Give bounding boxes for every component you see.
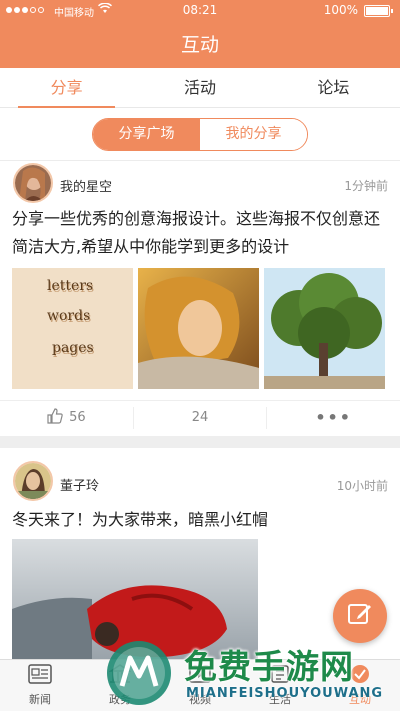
comment-count: 24 — [191, 410, 209, 425]
image-word-letters: letters — [47, 278, 94, 294]
tab-forum[interactable]: 论坛 — [267, 68, 400, 107]
segment-my-share[interactable]: 我的分享 — [200, 119, 307, 150]
bottom-tab-video[interactable]: 视频 — [160, 660, 240, 711]
battery-percent: 100% — [323, 3, 358, 17]
thumbs-up-icon — [47, 407, 63, 428]
share-segment-control: 分享广场 我的分享 — [92, 118, 308, 151]
avatar[interactable] — [13, 461, 53, 501]
tab-activity[interactable]: 活动 — [133, 68, 266, 107]
top-tabs: 分享 活动 论坛 — [0, 68, 400, 108]
government-icon — [108, 664, 132, 687]
image-word-pages: pages — [52, 340, 94, 356]
tab-share[interactable]: 分享 — [0, 68, 133, 108]
post-image-tree[interactable] — [264, 268, 385, 389]
bottom-tab-label: 新闻 — [29, 693, 51, 706]
bottom-tab-bar: 新闻 政务 视频 生活 互动 — [0, 659, 400, 711]
bottom-tab-label: 政务 — [109, 693, 131, 706]
status-bar: 中国移动 08:21 100% — [0, 0, 400, 22]
post-image-red-hood[interactable] — [12, 539, 258, 659]
video-icon — [189, 664, 211, 687]
post-time: 10小时前 — [336, 479, 388, 493]
like-button[interactable]: 56 — [0, 407, 133, 429]
bottom-tab-label: 视频 — [189, 693, 211, 706]
bottom-tab-news[interactable]: 新闻 — [0, 660, 80, 711]
post-actions: 56 24 ••• — [0, 400, 400, 434]
more-icon: ••• — [315, 408, 353, 427]
nav-bar: 互动 — [0, 22, 400, 68]
bottom-tab-life[interactable]: 生活 — [240, 660, 320, 711]
post-username[interactable]: 董子玲 — [60, 475, 99, 494]
bottom-tab-label: 互动 — [349, 693, 371, 706]
post-card: 我的星空 1分钟前 分享一些优秀的创意海报设计。这些海报不仅创意还简洁大方,希望… — [0, 161, 400, 436]
life-icon — [269, 664, 291, 687]
interaction-icon — [349, 664, 371, 687]
page-title: 互动 — [180, 34, 219, 56]
bottom-tab-label: 生活 — [269, 693, 291, 706]
like-count: 56 — [69, 410, 86, 425]
post-text: 分享一些优秀的创意海报设计。这些海报不仅创意还简洁大方,希望从中你能学到更多的设… — [12, 209, 381, 256]
comment-button[interactable]: 24 — [132, 406, 267, 429]
post-image-letters[interactable]: letters words pages — [12, 268, 133, 389]
segment-share-square[interactable]: 分享广场 — [93, 119, 200, 150]
post-image-portrait[interactable] — [138, 268, 259, 389]
bottom-tab-interaction[interactable]: 互动 — [320, 660, 400, 711]
post-username[interactable]: 我的星空 — [60, 176, 112, 195]
edit-icon — [347, 601, 373, 631]
post-time: 1分钟前 — [344, 179, 388, 193]
battery-icon — [364, 5, 393, 17]
section-divider — [0, 436, 400, 448]
avatar[interactable] — [13, 163, 53, 203]
post-text: 冬天来了！为大家带来，暗黑小红帽 — [12, 510, 269, 529]
newspaper-icon — [28, 664, 52, 687]
bottom-tab-government[interactable]: 政务 — [80, 660, 160, 711]
more-button[interactable]: ••• — [266, 406, 400, 429]
image-word-words: words — [47, 308, 91, 324]
compose-button[interactable] — [333, 589, 387, 643]
